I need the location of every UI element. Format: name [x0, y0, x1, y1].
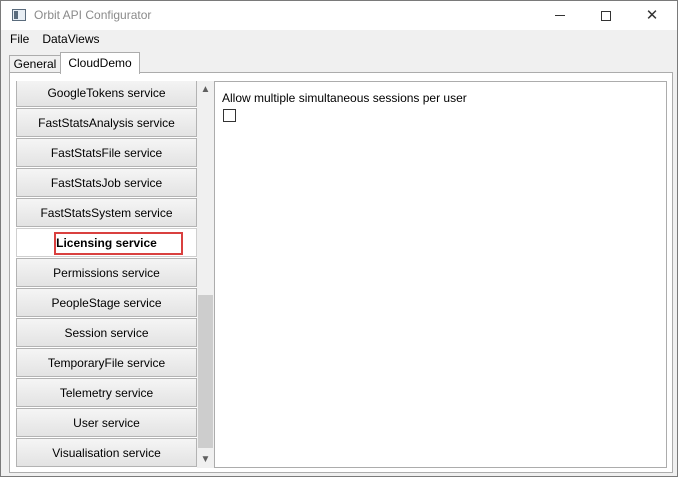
service-item-faststatsjob[interactable]: FastStatsJob service — [16, 168, 197, 197]
menu-file[interactable]: File — [1, 30, 36, 49]
service-list-scrollbar[interactable]: ▲ ▼ — [197, 81, 214, 468]
scroll-thumb[interactable] — [198, 295, 213, 448]
service-settings-panel: Allow multiple simultaneous sessions per… — [214, 81, 667, 468]
app-icon — [12, 9, 26, 21]
tab-general[interactable]: General — [9, 55, 61, 73]
service-item-session[interactable]: Session service — [16, 318, 197, 347]
close-button[interactable]: ✕ — [629, 1, 675, 30]
tab-clouddemo[interactable]: CloudDemo — [60, 52, 140, 74]
title-bar: Orbit API Configurator ✕ — [1, 1, 677, 30]
close-icon: ✕ — [645, 7, 659, 24]
maximize-button[interactable] — [583, 1, 629, 30]
minimize-icon — [555, 15, 565, 16]
service-item-peoplestage[interactable]: PeopleStage service — [16, 288, 197, 317]
maximize-icon — [601, 10, 611, 21]
window-title: Orbit API Configurator — [34, 8, 152, 22]
allow-multiple-sessions-label: Allow multiple simultaneous sessions per… — [222, 91, 467, 105]
service-item-faststatsfile[interactable]: FastStatsFile service — [16, 138, 197, 167]
service-item-temporaryfile[interactable]: TemporaryFile service — [16, 348, 197, 377]
service-item-faststatsanalysis[interactable]: FastStatsAnalysis service — [16, 108, 197, 137]
service-item-googletokens[interactable]: GoogleTokens service — [16, 81, 197, 107]
app-window: Orbit API Configurator ✕ File DataViews … — [0, 0, 678, 477]
service-item-faststatssystem[interactable]: FastStatsSystem service — [16, 198, 197, 227]
menu-dataviews[interactable]: DataViews — [36, 30, 106, 49]
service-item-visualisation[interactable]: Visualisation service — [16, 438, 197, 467]
chevron-up-icon[interactable]: ▲ — [197, 81, 214, 98]
menu-bar: File DataViews — [1, 30, 677, 49]
service-item-telemetry[interactable]: Telemetry service — [16, 378, 197, 407]
chevron-down-icon[interactable]: ▼ — [197, 451, 214, 468]
tab-strip: General CloudDemo — [1, 51, 677, 74]
service-item-permissions[interactable]: Permissions service — [16, 258, 197, 287]
service-item-licensing[interactable]: Licensing service — [16, 228, 197, 257]
minimize-button[interactable] — [537, 1, 583, 30]
service-list: GoogleTokens service FastStatsAnalysis s… — [10, 81, 214, 468]
service-item-user[interactable]: User service — [16, 408, 197, 437]
allow-multiple-sessions-checkbox[interactable] — [223, 109, 236, 122]
